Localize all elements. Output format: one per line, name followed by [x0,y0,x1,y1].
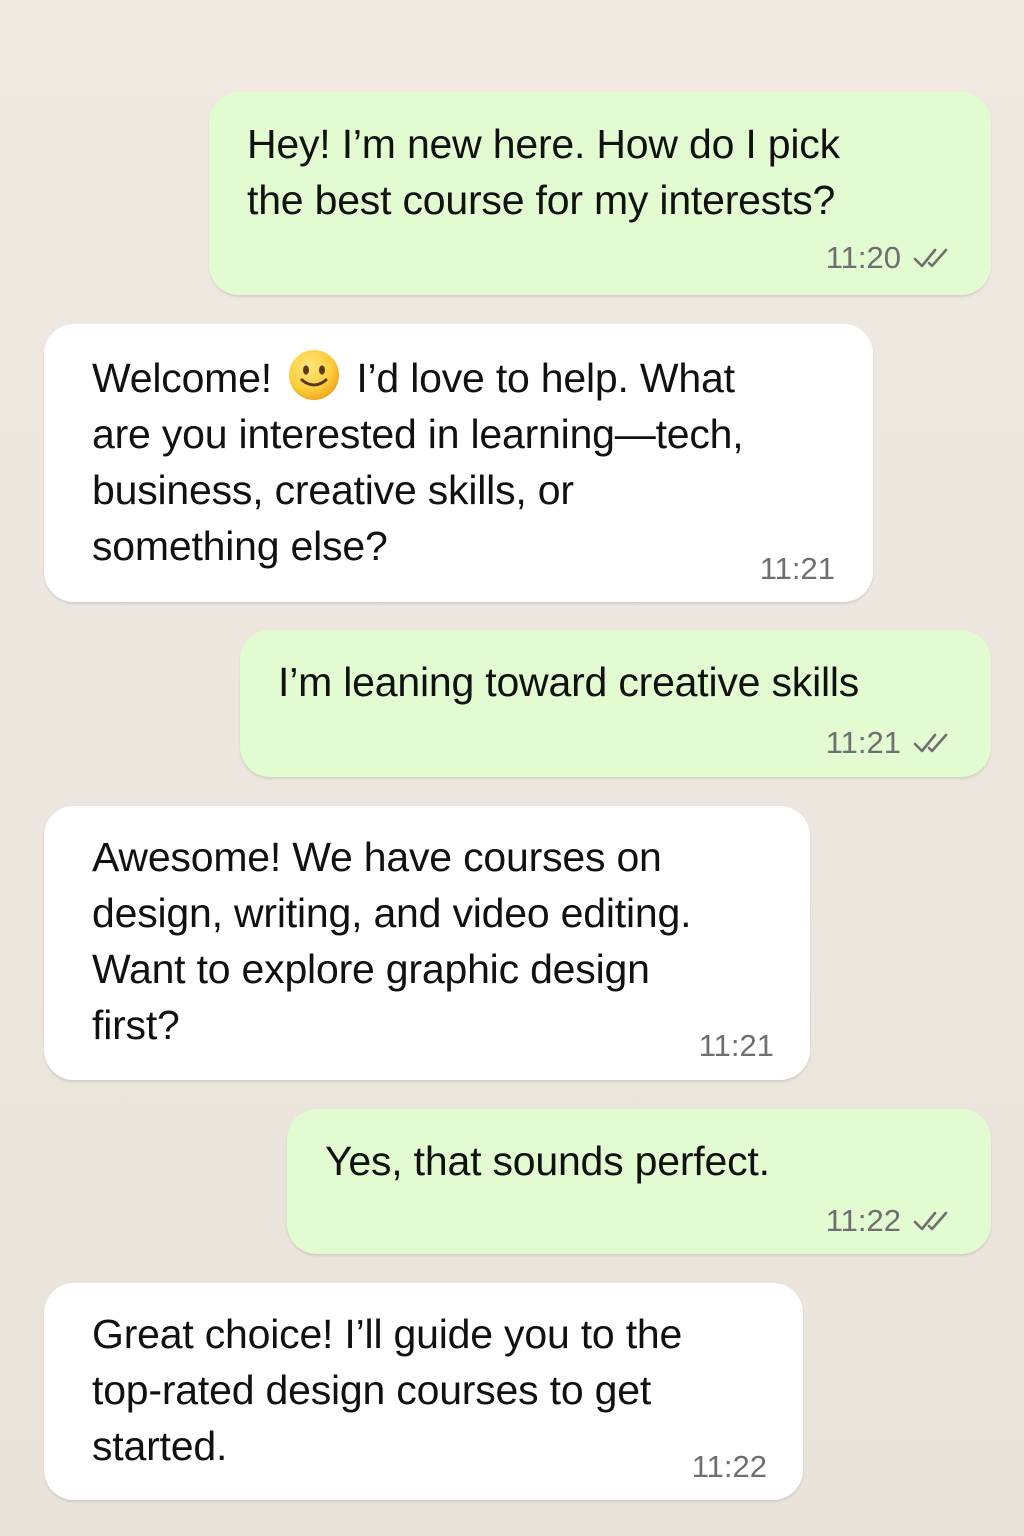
chat-conversation: Hey! I’m new here. How do I pick the bes… [0,0,1024,1536]
message-timestamp: 11:20 [825,240,901,275]
outgoing-message-bubble[interactable]: Yes, that sounds perfect. 11:22 [287,1109,991,1254]
incoming-message-bubble[interactable]: Welcome! I’d love to help. What are you … [44,324,873,602]
message-line: top-rated design courses to get [92,1367,652,1413]
message-line-part: Welcome! [92,355,272,401]
message-timestamp: 11:21 [825,725,901,760]
message-line: the best course for my interests? [247,177,836,223]
message-meta: 11:21 [699,1028,774,1064]
incoming-message-bubble[interactable]: Great choice! I’ll guide you to the top-… [44,1283,803,1500]
message-line: started. [92,1423,228,1469]
message-line: Awesome! We have courses on [92,834,662,880]
double-check-icon [913,248,948,268]
message-line-part: I’d love to help. What [356,355,735,401]
message-line: Great choice! I’ll guide you to the [92,1311,683,1357]
message-timestamp: 11:21 [698,1028,774,1063]
double-check-icon [913,1211,948,1231]
outgoing-message-bubble[interactable]: I’m leaning toward creative skills 11:21 [240,630,991,777]
message-timestamp: 11:21 [759,551,835,586]
message-line: business, creative skills, or [92,467,574,513]
message-line: are you interested in learning—tech, [92,411,744,457]
message-line: Want to explore graphic design [92,946,650,992]
message-text: Welcome! I’d love to help. What are you … [92,348,744,574]
message-meta: 11:22 [826,1203,957,1239]
message-text: Yes, that sounds perfect. [325,1133,770,1189]
message-timestamp: 11:22 [691,1449,767,1484]
double-check-icon [913,733,948,753]
message-meta: 11:22 [692,1449,767,1485]
message-meta: 11:20 [826,240,957,276]
message-line: I’m leaning toward creative skills [278,659,860,705]
message-line: Hey! I’m new here. How do I pick [247,121,840,167]
message-text: Great choice! I’ll guide you to the top-… [92,1306,682,1474]
message-text: Hey! I’m new here. How do I pick the bes… [247,116,840,228]
message-line: Yes, that sounds perfect. [325,1138,770,1184]
slightly-smiling-face-icon [289,350,340,400]
message-line: first? [92,1002,180,1048]
outgoing-message-bubble[interactable]: Hey! I’m new here. How do I pick the bes… [209,92,991,295]
message-meta: 11:21 [826,725,957,761]
message-text: Awesome! We have courses on design, writ… [92,829,691,1053]
message-line: something else? [92,523,388,569]
message-line: design, writing, and video editing. [92,890,692,936]
message-text: I’m leaning toward creative skills [278,654,859,710]
incoming-message-bubble[interactable]: Awesome! We have courses on design, writ… [44,806,810,1080]
message-meta: 11:21 [760,551,835,587]
message-line: Welcome! I’d love to help. What [92,348,743,406]
message-timestamp: 11:22 [825,1203,901,1238]
